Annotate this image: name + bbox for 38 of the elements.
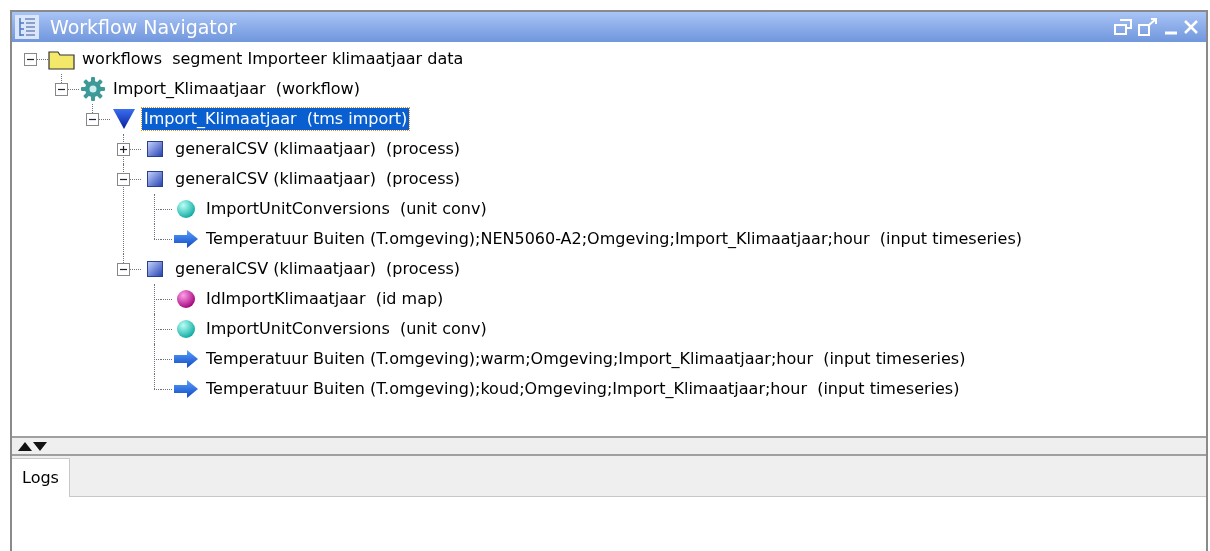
window-title: Workflow Navigator <box>50 14 237 40</box>
sphere-icon <box>176 289 196 309</box>
tree-item-label[interactable]: generalCSV (klimaatjaar) (process) <box>173 258 463 280</box>
up-triangle-icon[interactable] <box>18 441 32 451</box>
tree-item-label[interactable]: IdImportKlimaatjaar (id map) <box>204 288 446 310</box>
tree-item-label[interactable]: Import_Klimaatjaar (workflow) <box>111 78 362 100</box>
tree-item-label[interactable]: workflows segment Importeer klimaatjaar data <box>80 48 466 70</box>
collapse-icon[interactable] <box>24 52 37 66</box>
tab[interactable]: Logs <box>12 458 70 497</box>
square-icon <box>147 171 163 187</box>
down-triangle-icon[interactable] <box>33 441 47 451</box>
triangle-icon <box>112 108 136 130</box>
square-icon <box>147 141 163 157</box>
tree-item-label[interactable]: Import_Klimaatjaar (tms import) <box>142 108 410 130</box>
square-icon <box>147 261 163 277</box>
arrow-icon <box>173 379 199 399</box>
collapse-icon[interactable] <box>117 172 130 186</box>
sphere-icon <box>176 319 196 339</box>
restore-icon[interactable] <box>1114 19 1132 35</box>
collapse-icon[interactable] <box>55 82 68 96</box>
close-icon[interactable] <box>1184 20 1198 34</box>
sphere-icon <box>176 199 196 219</box>
tree-item-label[interactable]: generalCSV (klimaatjaar) (process) <box>173 138 463 160</box>
collapse-icon[interactable] <box>86 112 99 126</box>
tree-item-label[interactable]: Temperatuur Buiten (T.omgeving);NEN5060-A2;Omgeving;Import_Klimaatjaar;hour (input timeseries) <box>204 228 1024 250</box>
tree-item-label[interactable]: ImportUnitConversions (unit conv) <box>204 198 489 220</box>
tree-item-label[interactable]: generalCSV (klimaatjaar) (process) <box>173 168 463 190</box>
tree-item-label[interactable]: Temperatuur Buiten (T.omgeving);koud;Omgeving;Import_Klimaatjaar;hour (input timeseries) <box>204 378 962 400</box>
tree-item-label[interactable]: Temperatuur Buiten (T.omgeving);warm;Omgeving;Import_Klimaatjaar;hour (input timeseries) <box>204 348 968 370</box>
gear-icon <box>80 76 106 102</box>
tree-list-icon <box>14 14 40 40</box>
folder-icon <box>48 48 76 70</box>
arrow-icon <box>173 349 199 369</box>
maximize-icon[interactable] <box>1138 18 1158 36</box>
tree-item-label[interactable]: ImportUnitConversions (unit conv) <box>204 318 489 340</box>
collapse-icon[interactable] <box>117 262 130 276</box>
arrow-icon <box>173 229 199 249</box>
expand-icon[interactable] <box>117 142 130 156</box>
